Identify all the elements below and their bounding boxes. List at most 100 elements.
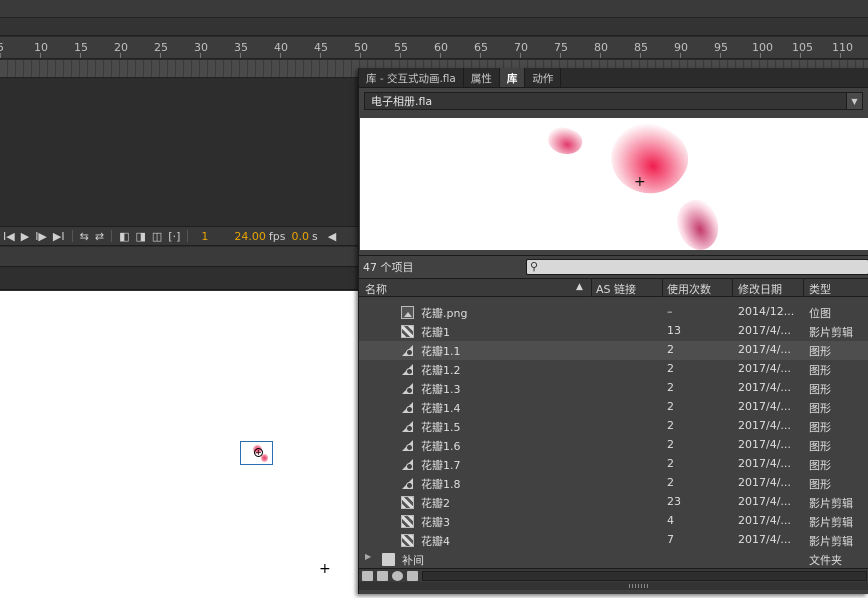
library-item-row[interactable]: 花瓣1.2 2 2017/4/... 图形: [359, 360, 868, 379]
repeat-icon[interactable]: ⇄: [92, 230, 107, 243]
edit-multiple-icon[interactable]: ◫: [149, 230, 165, 243]
library-folder-row[interactable]: ▶ 补间 文件夹: [359, 550, 868, 569]
item-type: 图形: [809, 402, 831, 415]
tab-1[interactable]: 属性: [463, 68, 500, 87]
sort-ascending-icon[interactable]: ▲: [576, 282, 583, 292]
petal-shape: [544, 122, 586, 160]
ruler-tick-mark: [440, 53, 441, 58]
item-use-count: 13: [667, 324, 681, 337]
item-modified-date: 2017/4/...: [738, 438, 791, 451]
item-name: 花瓣3: [421, 516, 450, 529]
properties-icon[interactable]: [392, 570, 403, 581]
item-name: 花瓣1.2: [421, 364, 461, 377]
onion-outline-icon[interactable]: ◨: [132, 230, 148, 243]
chevron-right-icon[interactable]: ▶: [365, 552, 371, 561]
ruler-tick-label: 15: [74, 41, 88, 54]
col-use-count[interactable]: 使用次数: [667, 281, 711, 297]
play-icon[interactable]: ▶: [18, 230, 32, 243]
col-linkage[interactable]: AS 链接: [596, 281, 636, 297]
fps-value[interactable]: 24.00: [231, 230, 269, 243]
item-modified-date: 2017/4/...: [738, 400, 791, 413]
tab-2[interactable]: 库: [499, 68, 526, 87]
library-item-row[interactable]: 花瓣1.8 2 2017/4/... 图形: [359, 474, 868, 493]
column-divider[interactable]: [662, 279, 663, 297]
library-item-row[interactable]: 花瓣1.6 2 2017/4/... 图形: [359, 436, 868, 455]
ruler-tick-mark: [80, 53, 81, 58]
col-modified[interactable]: 修改日期: [738, 281, 782, 297]
ruler-tick-label: 70: [514, 41, 528, 54]
current-frame[interactable]: 1: [198, 230, 211, 243]
item-type: 影片剪辑: [809, 535, 853, 548]
item-type: 图形: [809, 364, 831, 377]
delete-icon[interactable]: [407, 570, 418, 581]
library-item-row[interactable]: 花瓣1.1 2 2017/4/... 图形: [359, 341, 868, 360]
ruler-tick-label: 50: [354, 41, 368, 54]
library-item-row[interactable]: 花瓣4 7 2017/4/... 影片剪辑: [359, 531, 868, 550]
new-folder-icon[interactable]: [377, 570, 388, 581]
item-modified-date: 2017/4/...: [738, 381, 791, 394]
folder-type: 文件夹: [809, 554, 842, 567]
stage-symbol-instance[interactable]: +: [240, 441, 273, 465]
item-use-count: 2: [667, 419, 674, 432]
ruler-tick-mark: [120, 53, 121, 58]
ruler-tick-label: 65: [474, 41, 488, 54]
new-symbol-icon[interactable]: [362, 570, 373, 581]
column-divider[interactable]: [591, 279, 592, 297]
graphic-icon: [401, 363, 414, 376]
col-type[interactable]: 类型: [809, 281, 831, 297]
modify-markers-icon[interactable]: [·]: [165, 230, 183, 243]
ruler-tick-mark: [40, 53, 41, 58]
chevron-down-icon[interactable]: ▼: [846, 93, 862, 109]
library-item-row[interactable]: 花瓣.png – 2014/12... 位图: [359, 303, 868, 322]
ruler-tick-mark: [400, 53, 401, 58]
separator: [187, 230, 189, 242]
item-modified-date: 2017/4/...: [738, 514, 791, 527]
item-type: 图形: [809, 421, 831, 434]
col-name[interactable]: 名称: [365, 281, 387, 297]
graphic-icon: [401, 401, 414, 414]
item-type: 图形: [809, 383, 831, 396]
item-name: 花瓣1: [421, 326, 450, 339]
last-frame-icon[interactable]: ▶I: [50, 230, 68, 243]
item-name: 花瓣.png: [421, 307, 468, 320]
item-use-count: 2: [667, 476, 674, 489]
scroll-left-icon[interactable]: ◀: [325, 230, 339, 243]
library-item-row[interactable]: 花瓣1.4 2 2017/4/... 图形: [359, 398, 868, 417]
item-name: 花瓣1.1: [421, 345, 461, 358]
ruler-tick-label: 105: [792, 41, 813, 54]
panel-tabs: 库 - 交互式动画.fla 属性库动作: [359, 68, 868, 88]
library-item-row[interactable]: 花瓣2 23 2017/4/... 影片剪辑: [359, 493, 868, 512]
library-item-row[interactable]: 花瓣1.5 2 2017/4/... 图形: [359, 417, 868, 436]
library-item-row[interactable]: 花瓣3 4 2017/4/... 影片剪辑: [359, 512, 868, 531]
tab-3[interactable]: 动作: [525, 68, 562, 87]
timeline-ruler[interactable]: 5 10 15 20 25 30 35 40 45 50 55 60 65 70 75 80 85 90 95 100…: [0, 37, 868, 59]
library-item-row[interactable]: 花瓣1 13 2017/4/... 影片剪辑: [359, 322, 868, 341]
loop-icon[interactable]: ⇆: [77, 230, 92, 243]
item-type: 影片剪辑: [809, 326, 853, 339]
step-forward-icon[interactable]: I▶: [32, 230, 50, 243]
document-select[interactable]: 电子相册.fla ▼: [364, 92, 863, 110]
panel-resize-grip[interactable]: [359, 582, 868, 590]
ruler-tick-label: 55: [394, 41, 408, 54]
onion-skin-icon[interactable]: ◧: [116, 230, 132, 243]
ruler-tick-mark: [280, 53, 281, 58]
tab-0[interactable]: 库 - 交互式动画.fla: [359, 68, 464, 87]
library-item-row[interactable]: 花瓣1.7 2 2017/4/... 图形: [359, 455, 868, 474]
petal-shape: [669, 193, 727, 250]
first-frame-icon[interactable]: I◀: [0, 230, 18, 243]
ruler-tick-mark: [480, 53, 481, 58]
ruler-tick-mark: [160, 53, 161, 58]
ruler-tick-mark: [320, 53, 321, 58]
search-input[interactable]: ⚲: [526, 259, 868, 275]
graphic-icon: [401, 477, 414, 490]
item-use-count: 2: [667, 457, 674, 470]
column-divider[interactable]: [732, 279, 733, 297]
time-value[interactable]: 0.0: [288, 230, 312, 243]
column-divider[interactable]: [803, 279, 804, 297]
horizontal-scrollbar[interactable]: [422, 570, 867, 581]
ruler-tick-label: 80: [594, 41, 608, 54]
library-status-bar: 47 个项目 ⚲: [359, 255, 868, 277]
ruler-tick-mark: [840, 53, 841, 58]
library-item-row[interactable]: 花瓣1.3 2 2017/4/... 图形: [359, 379, 868, 398]
item-modified-date: 2017/4/...: [738, 476, 791, 489]
